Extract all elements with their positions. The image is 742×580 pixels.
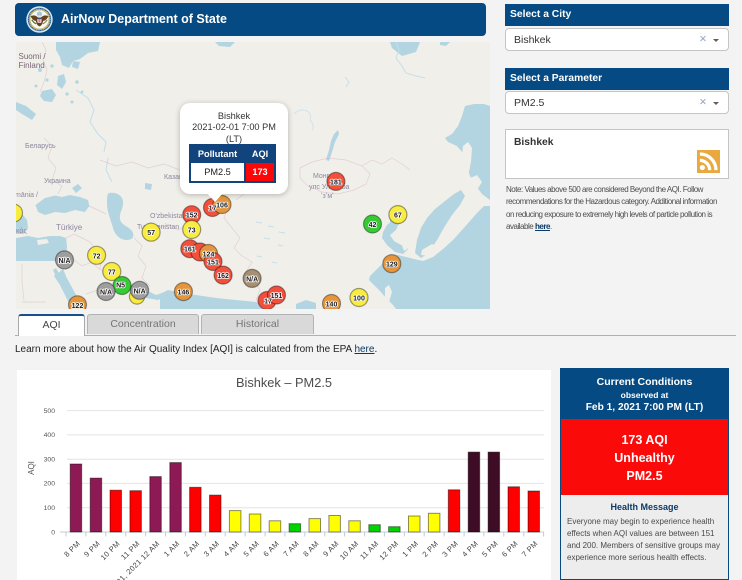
svg-text:100: 100 [353,296,365,303]
svg-text:3 PM: 3 PM [440,539,460,559]
svg-text:N/A: N/A [246,276,258,283]
svg-text:10 PM: 10 PM [99,539,122,562]
svg-text:161: 161 [184,247,196,254]
svg-text:2 PM: 2 PM [420,539,440,559]
svg-text:129: 129 [386,262,398,269]
svg-text:8 AM: 8 AM [301,539,320,558]
svg-text:140: 140 [326,302,338,309]
svg-text:10 AM: 10 AM [338,539,361,562]
svg-text:1 PM: 1 PM [400,539,420,559]
svg-text:4 AM: 4 AM [222,539,241,558]
svg-text:N/A: N/A [100,290,112,297]
svg-text:6 AM: 6 AM [261,539,280,558]
svg-text:5 AM: 5 AM [242,539,261,558]
svg-text:Bishkek – PM2.5: Bishkek – PM2.5 [236,375,332,390]
svg-text:N/A: N/A [134,288,146,295]
svg-text:AQI: AQI [27,461,36,475]
svg-text:100: 100 [44,505,56,512]
svg-text:17: 17 [264,299,272,306]
svg-text:2 AM: 2 AM [182,539,201,558]
svg-text:77: 77 [108,270,116,277]
svg-text:N/A: N/A [58,258,70,265]
svg-text:73: 73 [188,228,196,235]
svg-text:6 PM: 6 PM [500,539,520,559]
svg-text:300: 300 [44,457,56,464]
svg-text:67: 67 [394,213,402,220]
svg-text:11 AM: 11 AM [358,539,380,561]
svg-text:42: 42 [369,222,377,229]
svg-text:5 PM: 5 PM [480,539,500,559]
svg-text:4 PM: 4 PM [460,539,480,559]
svg-text:162: 162 [217,273,229,280]
svg-text:7 AM: 7 AM [281,539,300,558]
svg-text:122: 122 [72,303,84,309]
svg-text:500: 500 [44,408,56,415]
svg-text:8 PM: 8 PM [62,539,82,559]
svg-text:146: 146 [178,290,190,297]
svg-text:3 AM: 3 AM [202,539,221,558]
svg-text:151: 151 [207,260,219,267]
svg-text:151: 151 [271,293,283,300]
svg-text:181: 181 [330,179,342,186]
svg-text:400: 400 [44,432,56,439]
svg-text:200: 200 [44,481,56,488]
svg-text:72: 72 [93,253,101,260]
svg-text:124: 124 [203,252,215,259]
svg-text:57: 57 [147,230,155,237]
svg-text:1 AM: 1 AM [162,539,181,558]
svg-text:N5: N5 [116,282,125,289]
svg-text:7 PM: 7 PM [520,539,540,559]
svg-text:106: 106 [216,203,228,210]
svg-text:0: 0 [51,529,55,536]
svg-text:12 PM: 12 PM [377,539,400,562]
svg-text:152: 152 [186,213,198,220]
